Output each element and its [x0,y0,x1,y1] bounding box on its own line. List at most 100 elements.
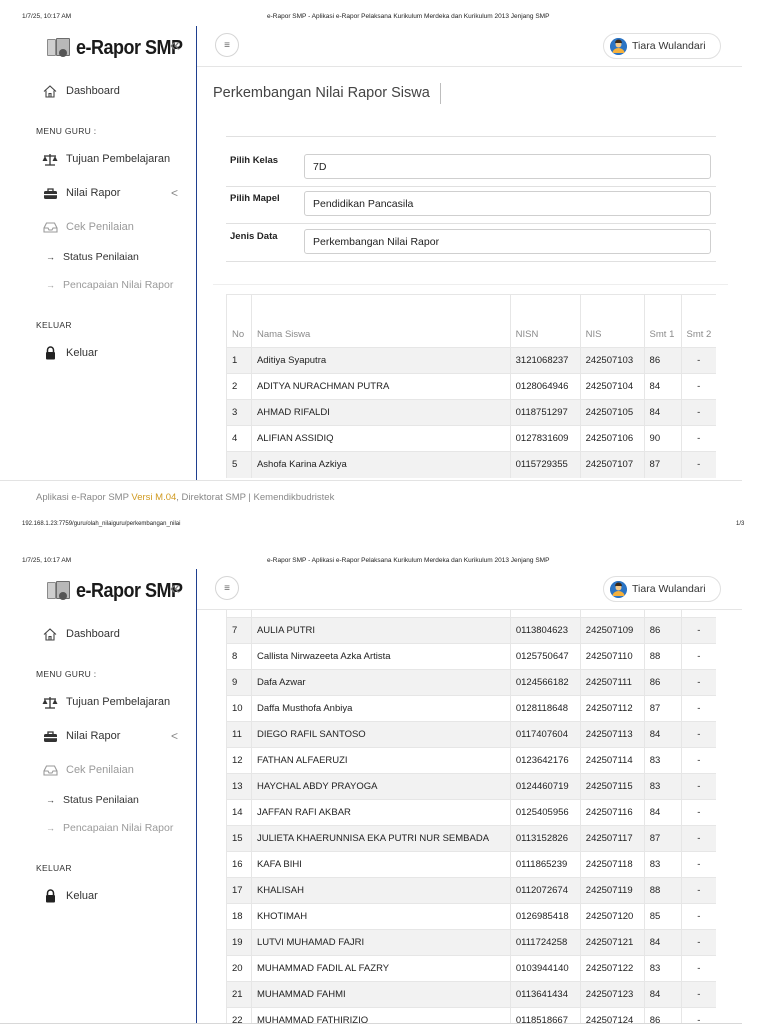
cell-smt2: - [680,747,716,774]
table-row: 18 KHOTIMAH 0126985418 242507120 85- [226,903,716,930]
print-url: 192.168.1.23:7759/guru/olah_nilaiguru/pe… [22,521,181,527]
sidebar-item-cek-penilaian[interactable]: Cek Penilaian [42,763,134,777]
cell-nis: 242507103 [579,347,645,374]
cell-smt2: - [680,851,716,878]
table-card-edge [213,284,728,285]
sidebar-item-label: Pencapaian Nilai Rapor [63,822,174,834]
user-menu[interactable]: Tiara Wulandari [603,576,721,602]
grades-table-wrap: No Nama Siswa NISN NIS Smt 1 Smt 2 1 Adit… [226,294,716,480]
brand-logo-icon [46,579,72,601]
cell-nama: MUHAMMAD FAHMI [250,981,511,1008]
sidebar-item-nilai-rapor[interactable]: Nilai Rapor [42,729,120,743]
sidebar-collapse-icon[interactable]: « [170,579,180,597]
jenis-select[interactable]: Perkembangan Nilai Rapor [304,229,711,254]
table-row: 3 AHMAD RIFALDI 0118751297 242507105 84- [226,399,716,426]
footer-version[interactable]: Versi M.04 [131,492,176,503]
form-divider [226,186,716,187]
table-row: 1 Aditiya Syaputra 3121068237 242507103 86- [226,347,716,374]
menu-toggle-button[interactable]: ≡ [215,576,239,600]
sidebar-item-dashboard[interactable]: Dashboard [42,627,120,641]
mapel-select[interactable]: Pendidikan Pancasila [304,191,711,216]
kelas-select[interactable]: 7D [304,154,711,179]
cell-smt2: - [680,347,716,374]
cell-nis: 242507119 [579,877,645,904]
cell-nama: Ashofa Karina Azkiya [250,451,511,478]
table-row: 15 JULIETA KHAERUNNISA EKA PUTRI NUR SEMB… [226,825,716,852]
cell-no: 5 [226,451,252,478]
brand[interactable]: e-Rapor SMP [46,578,183,602]
table-row: 9 Dafa Azwar 0124566182 242507111 86- [226,669,716,696]
cell-nisn: 0125405956 [509,799,581,826]
sidebar-collapse-icon[interactable]: « [170,36,180,54]
sidebar-item-tujuan[interactable]: Tujuan Pembelajaran [42,695,170,709]
cell-smt2: - [680,373,716,400]
brand[interactable]: e-Rapor SMP [46,35,183,59]
sidebar-subitem-pencapaian[interactable]: → Pencapaian Nilai Rapor [46,279,173,291]
sidebar-subitem-pencapaian[interactable]: → Pencapaian Nilai Rapor [46,822,173,834]
cell-nisn: 0124460719 [509,773,581,800]
cell-nama: ALIFIAN ASSIDIQ [250,425,511,452]
cell-no: 4 [226,425,252,452]
cell-smt2: - [680,825,716,852]
cell-nisn: 0118751297 [509,399,581,426]
sidebar-item-keluar[interactable]: Keluar [42,346,98,360]
brand-logo-icon [46,36,72,58]
table-cell [226,609,252,618]
table-cell [509,609,581,618]
cell-no: 7 [226,617,252,644]
menu-toggle-button[interactable]: ≡ [215,33,239,57]
cell-no: 13 [226,773,252,800]
user-menu[interactable]: Tiara Wulandari [603,33,721,59]
cell-no: 10 [226,695,252,722]
cell-nis: 242507105 [579,399,645,426]
cell-no: 17 [226,877,252,904]
cell-no: 21 [226,981,252,1008]
table-row: 2 ADITYA NURACHMAN PUTRA 0128064946 2425071… [226,373,716,400]
form-divider [226,261,716,262]
sidebar-item-label: Tujuan Pembelajaran [66,696,171,708]
print-page-1: e-Rapor SMP « Dashboard MENU GURU : Tuju… [0,0,768,543]
sidebar-item-label: Keluar [66,890,98,902]
cell-smt1: 84 [643,399,681,426]
cell-smt2: - [680,773,716,800]
table-cell [643,609,682,618]
table-row: 13 HAYCHAL ABDY PRAYOGA 0124460719 24250711… [226,773,716,800]
print-page-2: e-Rapor SMP « Dashboard MENU GURU : Tuju… [0,543,768,1024]
cell-nama: MUHAMMAD FATHIRIZIQ [250,1007,511,1024]
table-row: 8 Callista Nirwazeeta Azka Artista 0125750… [226,643,716,670]
cell-nis: 242507112 [579,695,645,722]
sidebar-item-dashboard[interactable]: Dashboard [42,84,120,98]
table-row: 10 Daffa Musthofa Anbiya 0128118648 2425071… [226,695,716,722]
kelas-label: Pilih Kelas [230,155,279,166]
cell-smt1: 86 [643,347,681,374]
home-icon [42,84,58,98]
sidebar-section-keluar: KELUAR [36,320,72,330]
cell-nis: 242507120 [579,903,645,930]
cell-smt1: 86 [643,1007,682,1024]
cell-nisn: 0124566182 [509,669,581,696]
sidebar-item-cek-penilaian[interactable]: Cek Penilaian [42,220,134,234]
sidebar-item-nilai-rapor[interactable]: Nilai Rapor [42,186,120,200]
sidebar-item-tujuan[interactable]: Tujuan Pembelajaran [42,152,170,166]
cell-smt1: 84 [643,929,682,956]
col-header-smt2: Smt 2 [680,294,716,348]
cell-nis: 242507110 [579,643,645,670]
cell-nisn: 0112072674 [509,877,581,904]
cell-smt2: - [680,929,716,956]
sidebar-item-label: Dashboard [66,628,120,640]
avatar [610,580,627,598]
sidebar-item-keluar[interactable]: Keluar [42,889,98,903]
form-divider [226,136,716,137]
footer-org: , Direktorat SMP | Kemendikbudristek [176,492,335,503]
cell-smt1: 90 [643,425,681,452]
page-title: Perkembangan Nilai Rapor Siswa [213,85,430,101]
cell-no: 15 [226,825,252,852]
cell-smt2: - [680,643,716,670]
sidebar-subitem-status-penilaian[interactable]: → Status Penilaian [46,794,139,806]
lock-icon [42,346,58,360]
sidebar-subitem-status-penilaian[interactable]: → Status Penilaian [46,251,139,263]
cell-no: 16 [226,851,252,878]
cell-nama: HAYCHAL ABDY PRAYOGA [250,773,511,800]
cell-no: 11 [226,721,252,748]
home-icon [42,627,58,641]
